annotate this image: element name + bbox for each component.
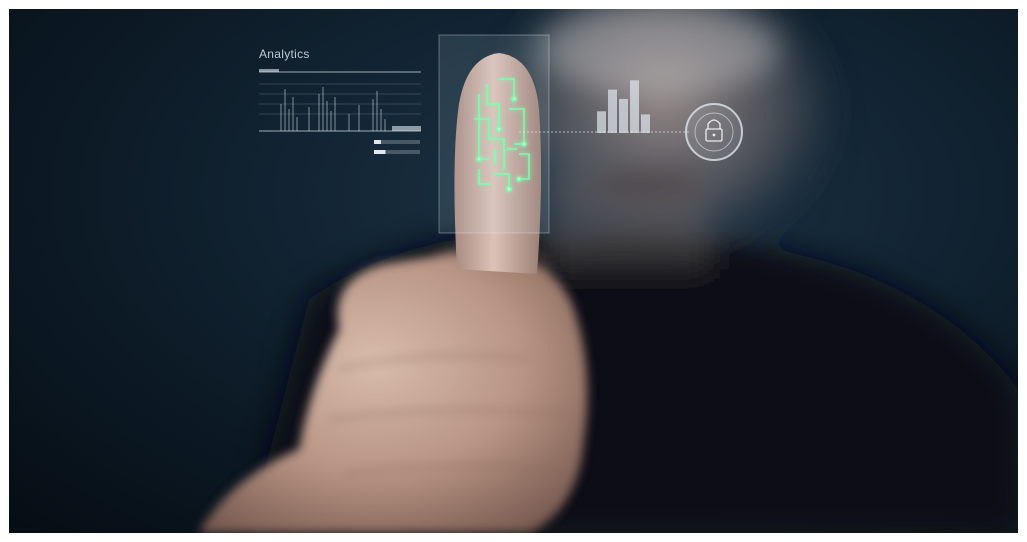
photo-illustration (199, 9, 1018, 533)
analytics-progress-bars (374, 140, 420, 154)
hud-bar (619, 98, 628, 133)
hud-bar (608, 89, 617, 133)
scan-panel (438, 34, 550, 234)
photo-scene: Analytics (9, 9, 1018, 533)
analytics-waveform (280, 87, 386, 131)
hand (199, 240, 588, 533)
hud-bar (641, 114, 650, 133)
hud-bar (597, 111, 606, 133)
progress-fill (374, 150, 386, 154)
progress-fill (374, 140, 381, 144)
analytics-title: Analytics (259, 47, 310, 61)
analytics-panel (259, 69, 421, 132)
padlock-icon (685, 103, 743, 161)
hud-bar (630, 80, 639, 133)
